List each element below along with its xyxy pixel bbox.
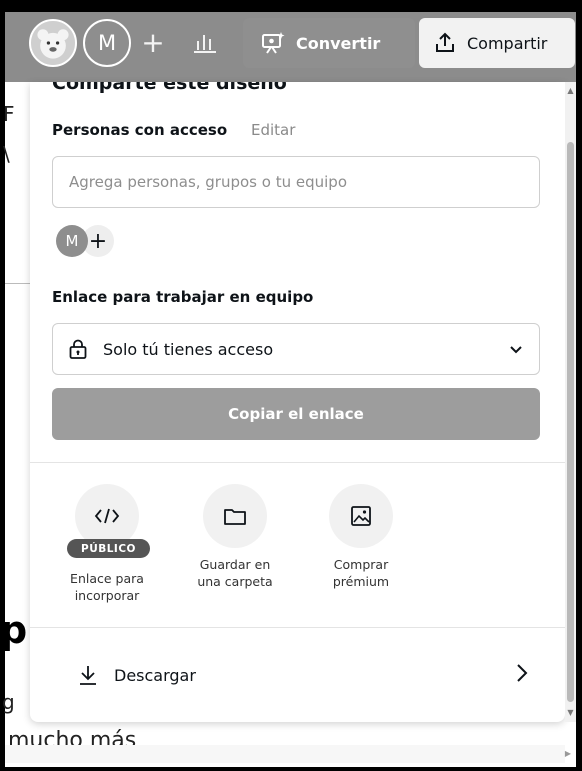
share-button[interactable]: Compartir	[419, 18, 575, 68]
download-icon	[80, 666, 96, 685]
code-icon	[94, 508, 120, 524]
chevron-down-icon	[510, 346, 522, 354]
add-collaborator-button[interactable]: +	[138, 26, 168, 60]
share-panel: Comparte este diseño Personas con acceso…	[30, 82, 565, 722]
public-badge: PÚBLICO	[67, 539, 150, 558]
convert-button[interactable]: Convertir	[243, 18, 415, 68]
folder-icon-circle	[203, 484, 267, 548]
top-toolbar: M + Convertir Compartir	[5, 12, 576, 82]
embed-link-label: Enlace para incorporar	[70, 571, 144, 603]
scroll-right-arrow-icon[interactable]: ▶	[563, 748, 573, 760]
divider	[30, 462, 565, 463]
team-link-label: Enlace para trabajar en equipo	[52, 288, 314, 306]
save-to-folder-label: Guardar en una carpeta	[197, 557, 273, 589]
buy-premium-label: Comprar prémium	[332, 557, 390, 589]
upload-share-icon	[436, 32, 454, 52]
panel-heading: Comparte este diseño	[52, 82, 287, 94]
window-frame-bottom	[0, 767, 582, 771]
divider	[30, 627, 565, 628]
link-access-value: Solo tú tienes acceso	[103, 339, 274, 359]
user-avatar[interactable]: M	[83, 19, 131, 67]
scroll-up-arrow-icon[interactable]: ▲	[565, 86, 576, 96]
lock-icon	[69, 339, 87, 359]
presentation-sparkle-icon	[262, 32, 285, 54]
horizontal-scrollbar[interactable]	[5, 745, 565, 763]
people-access-label: Personas con acceso	[52, 121, 228, 139]
share-label: Compartir	[467, 33, 548, 53]
convert-label: Convertir	[296, 33, 381, 53]
image-icon	[351, 506, 371, 526]
chevron-right-icon	[517, 664, 528, 682]
folder-icon	[224, 509, 246, 525]
buy-premium-option[interactable]: Comprar prémium	[306, 484, 416, 590]
window-frame-top	[0, 0, 582, 12]
canvas-line	[5, 283, 33, 284]
edit-access-link[interactable]: Editar	[251, 121, 295, 139]
canvas-text-fragment: F	[3, 102, 15, 126]
scroll-down-arrow-icon[interactable]: ▼	[565, 708, 576, 718]
member-avatar[interactable]: M	[56, 225, 88, 257]
save-to-folder-option[interactable]: Guardar en una carpeta	[180, 484, 290, 590]
scrollbar-thumb[interactable]	[567, 142, 574, 702]
add-people-input[interactable]	[52, 156, 540, 208]
canvas-text-fragment: g	[2, 690, 15, 714]
bear-avatar-icon	[31, 21, 75, 65]
vertical-scrollbar[interactable]: ▲ ▼	[565, 82, 576, 722]
download-option[interactable]: Descargar	[30, 646, 565, 704]
window-frame-right	[576, 0, 582, 771]
canvas-text-fragment: \	[3, 142, 10, 166]
link-access-dropdown[interactable]: Solo tú tienes acceso	[52, 323, 540, 375]
image-icon-circle	[329, 484, 393, 548]
canvas-text-fragment: p	[0, 608, 28, 652]
user-photo-avatar[interactable]	[29, 19, 77, 67]
download-label: Descargar	[114, 665, 196, 685]
copy-link-button[interactable]: Copiar el enlace	[52, 388, 540, 440]
insights-icon[interactable]	[188, 28, 224, 58]
